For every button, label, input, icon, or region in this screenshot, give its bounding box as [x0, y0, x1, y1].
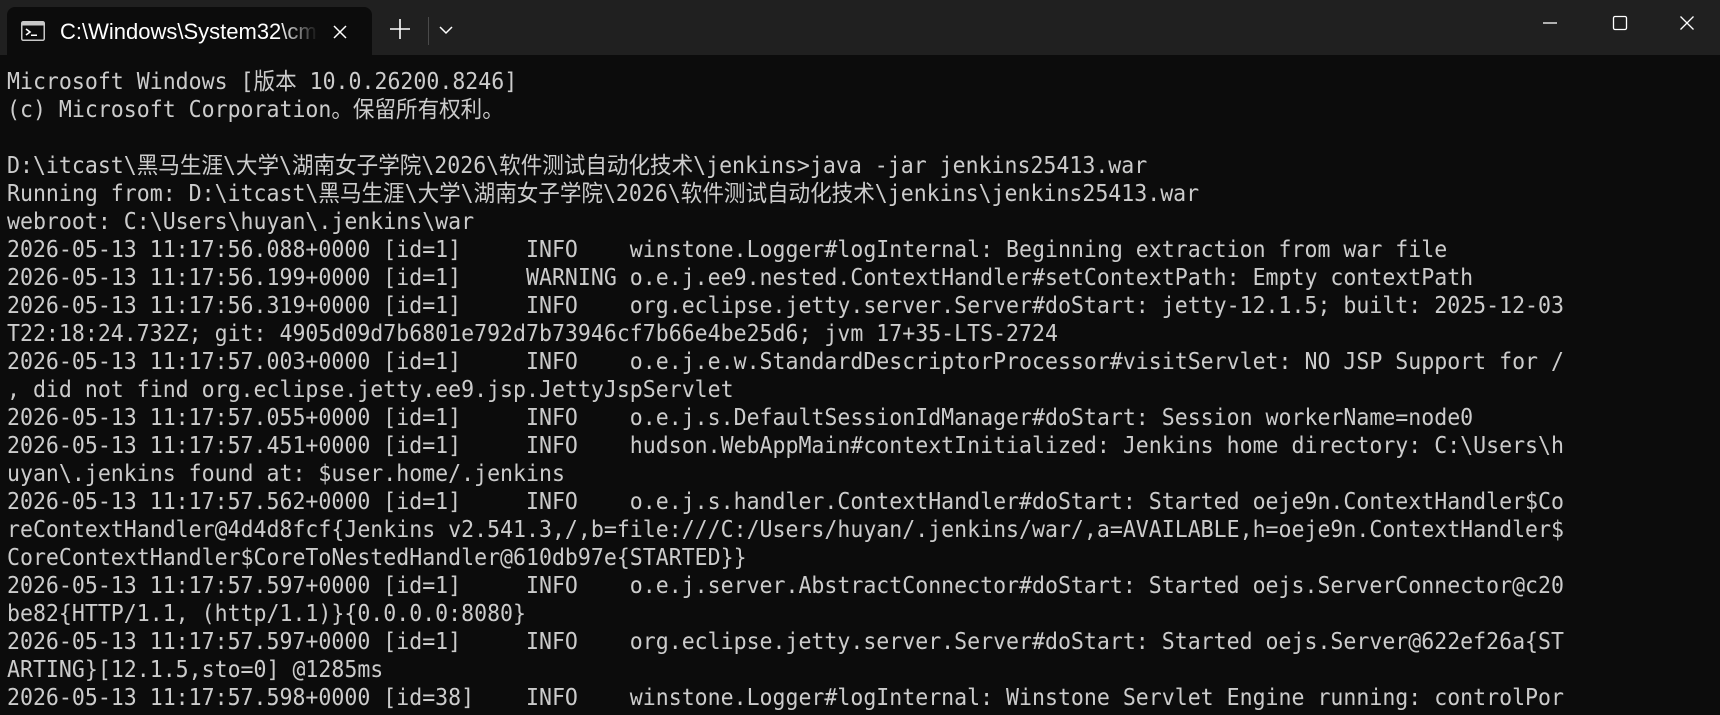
console-line: 2026-05-13 11:17:57.597+0000 [id=1] INFO… — [7, 629, 1564, 655]
console-line: 2026-05-13 11:17:56.088+0000 [id=1] INFO… — [7, 237, 1448, 263]
close-icon — [1679, 15, 1695, 36]
console-line: Running from: D:\itcast\黑马生涯\大学\湖南女子学院\2… — [7, 181, 1200, 207]
console-line: (c) Microsoft Corporation。保留所有权利。 — [7, 97, 504, 123]
console-line: Microsoft Windows [版本 10.0.26200.8246] — [7, 69, 518, 95]
console-line: 2026-05-13 11:17:57.597+0000 [id=1] INFO… — [7, 573, 1564, 599]
tab-close-button[interactable] — [325, 19, 355, 49]
title-bar[interactable]: C:\Windows\System32\cmd.exe — [0, 0, 1720, 55]
console-line: ARTING}[12.1.5,sto=0] @1285ms — [7, 657, 384, 683]
console-line: 2026-05-13 11:17:57.562+0000 [id=1] INFO… — [7, 489, 1564, 515]
console-line: 2026-05-13 11:17:57.451+0000 [id=1] INFO… — [7, 433, 1564, 459]
console-line: T22:18:24.732Z; git: 4905d09d7b6801e792d… — [7, 321, 1058, 347]
minimize-icon — [1542, 15, 1558, 36]
close-icon — [333, 24, 347, 44]
maximize-button[interactable] — [1587, 0, 1653, 50]
maximize-icon — [1612, 15, 1628, 36]
console-line: 2026-05-13 11:17:56.319+0000 [id=1] INFO… — [7, 293, 1564, 319]
console-line: D:\itcast\黑马生涯\大学\湖南女子学院\2026\软件测试自动化技术\… — [7, 153, 1148, 179]
tab-divider — [428, 17, 429, 45]
console-line: 2026-05-13 11:17:57.003+0000 [id=1] INFO… — [7, 349, 1564, 375]
new-tab-button[interactable] — [380, 11, 420, 51]
chevron-down-icon — [439, 22, 453, 40]
console-line: , did not find org.eclipse.jetty.ee9.jsp… — [7, 377, 734, 403]
console-line: uyan\.jenkins found at: $user.home/.jenk… — [7, 461, 565, 487]
minimize-button[interactable] — [1517, 0, 1583, 50]
tab-dropdown-button[interactable] — [432, 11, 460, 51]
console-line: CoreContextHandler$CoreToNestedHandler@6… — [7, 545, 747, 571]
console-line: reContextHandler@4d4d8fcf{Jenkins v2.541… — [7, 517, 1564, 543]
console-line: be82{HTTP/1.1, (http/1.1)}{0.0.0.0:8080} — [7, 601, 526, 627]
console-line: 2026-05-13 11:17:56.199+0000 [id=1] WARN… — [7, 265, 1474, 291]
console-line: 2026-05-13 11:17:57.055+0000 [id=1] INFO… — [7, 405, 1474, 431]
tab-cmd[interactable]: C:\Windows\System32\cmd.exe — [7, 7, 372, 55]
tab-title: C:\Windows\System32\cmd.exe — [60, 19, 318, 44]
terminal-window: C:\Windows\System32\cmd.exe — [0, 0, 1720, 715]
console-line: 2026-05-13 11:17:57.598+0000 [id=38] INF… — [7, 685, 1564, 711]
plus-icon — [389, 18, 411, 45]
close-window-button[interactable] — [1654, 0, 1720, 50]
console-line: webroot: C:\Users\huyan\.jenkins\war — [7, 209, 475, 235]
console-icon — [21, 21, 45, 41]
console-output[interactable]: Microsoft Windows [版本 10.0.26200.8246] (c… — [7, 68, 1707, 715]
